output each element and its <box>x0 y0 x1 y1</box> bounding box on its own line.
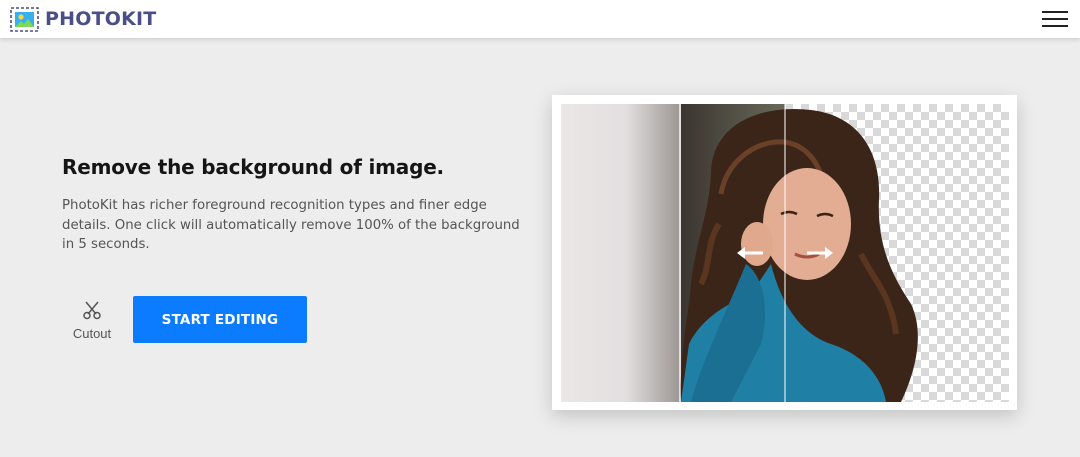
before-after-preview[interactable] <box>561 104 1009 402</box>
preview-card <box>552 95 1017 410</box>
start-editing-button[interactable]: START EDITING <box>133 296 307 343</box>
brand-name: PHOTOKIT <box>45 8 157 30</box>
top-navbar: PHOTOKIT <box>0 0 1080 38</box>
brand-logo[interactable]: PHOTOKIT <box>10 6 156 32</box>
cutout-tool[interactable]: Cutout <box>66 299 118 343</box>
hero-description: PhotoKit has richer foreground recogniti… <box>62 198 520 252</box>
cutout-label: Cutout <box>72 326 112 341</box>
photo-frame-icon <box>10 6 39 32</box>
hero-title: Remove the background of image. <box>62 155 444 179</box>
hamburger-menu-icon[interactable] <box>1042 9 1070 29</box>
scissors-icon <box>82 300 102 320</box>
